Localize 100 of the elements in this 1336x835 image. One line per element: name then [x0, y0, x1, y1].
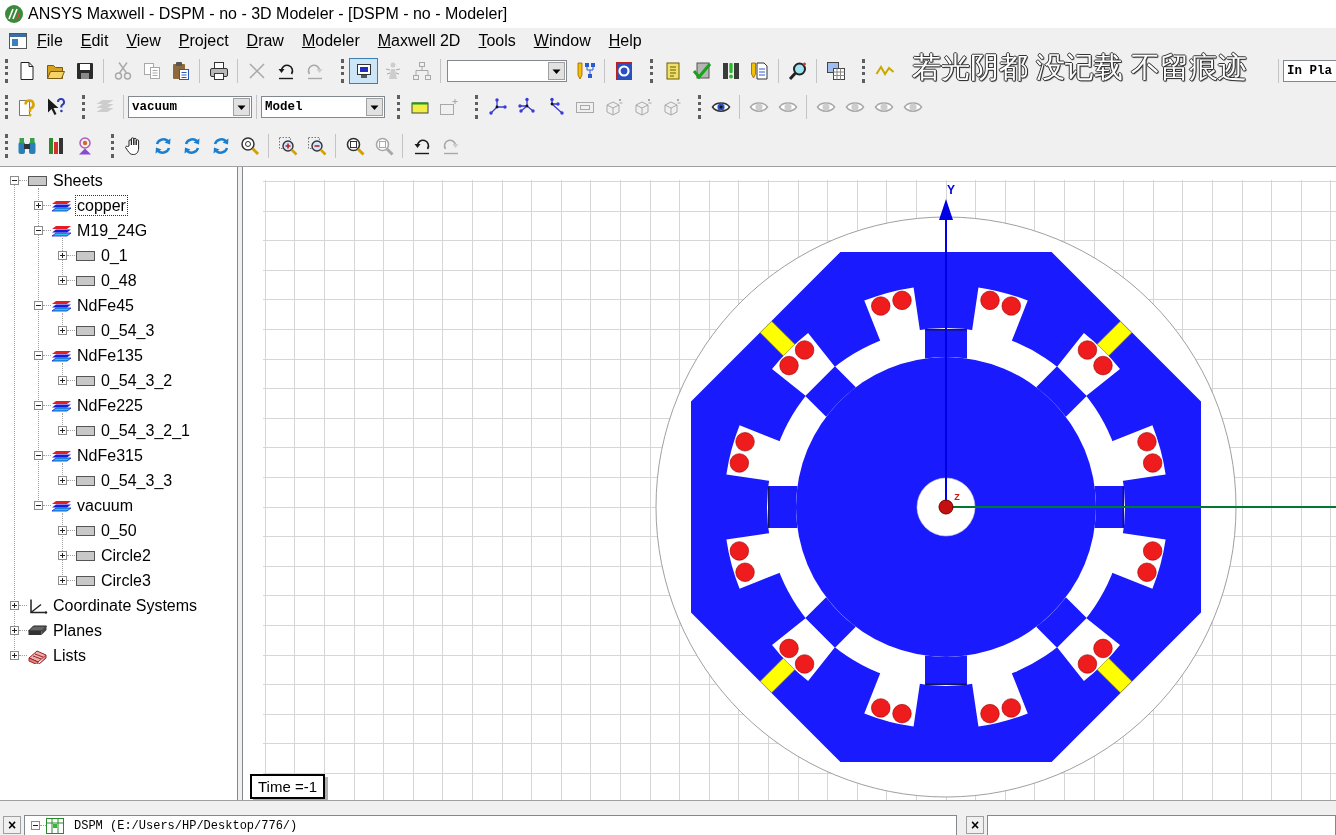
expand-icon[interactable] — [58, 526, 67, 535]
tree-item[interactable]: Circle2 — [99, 545, 153, 566]
tree-item[interactable]: 0_48 — [99, 270, 139, 291]
collapse-icon[interactable] — [34, 301, 43, 310]
toolbar-grip[interactable] — [862, 59, 865, 83]
expand-icon[interactable] — [34, 201, 43, 210]
app-logo-icon — [4, 4, 24, 24]
document-pencil-icon — [749, 61, 770, 81]
zoom-in-icon — [277, 135, 298, 156]
conductor-dot — [779, 355, 799, 376]
menu-item[interactable]: Window — [524, 30, 600, 52]
diagram-pencil-icon — [575, 61, 596, 81]
window-grid-icon — [825, 61, 846, 81]
expand-icon[interactable] — [10, 626, 19, 635]
tree-item[interactable]: NdFe45 — [75, 295, 136, 316]
collapse-icon[interactable] — [34, 351, 43, 360]
toolbar-grip[interactable] — [698, 95, 701, 119]
expand-icon[interactable] — [58, 376, 67, 385]
tree-item[interactable]: 0_1 — [99, 245, 130, 266]
tree-item[interactable]: DSPM (E:/Users/HP/Desktop/776/) — [74, 817, 298, 834]
conductor-dot — [729, 541, 749, 561]
conductor-dot — [980, 290, 1000, 310]
collapse-icon[interactable] — [34, 451, 43, 460]
expand-icon[interactable] — [58, 551, 67, 560]
tree-item[interactable]: Planes — [51, 620, 104, 641]
collapse-icon[interactable] — [34, 401, 43, 410]
tree-item[interactable]: Lists — [51, 645, 88, 666]
conductor-dot — [729, 453, 749, 473]
toolbar-grip[interactable] — [4, 133, 8, 158]
checkmark-icon — [691, 61, 712, 81]
conductor-dot — [1143, 541, 1163, 561]
close-button[interactable]: × — [3, 816, 21, 834]
exclamation-icon — [720, 61, 741, 81]
menu-item[interactable]: Tools — [469, 30, 525, 52]
expand-icon[interactable] — [10, 651, 19, 660]
menu-item[interactable]: Maxwell 2D — [368, 30, 470, 52]
collapse-icon[interactable] — [10, 176, 19, 185]
tree-item[interactable]: 0_54_3_3 — [99, 470, 175, 491]
tree-item[interactable]: Circle3 — [99, 570, 153, 591]
caret-icon — [233, 98, 250, 116]
expand-icon[interactable] — [58, 426, 67, 435]
dropdown[interactable] — [447, 60, 567, 82]
menu-item[interactable]: Modeler — [292, 30, 369, 52]
menu-item[interactable]: Edit — [71, 30, 118, 52]
tree-item[interactable]: 0_50 — [99, 520, 139, 541]
tree-item[interactable]: Sheets — [51, 170, 105, 191]
collapse-icon[interactable] — [31, 821, 40, 830]
toolbar-grip[interactable] — [650, 59, 653, 83]
cube-icon — [661, 97, 682, 117]
expand-icon[interactable] — [58, 476, 67, 485]
conductor-dot — [892, 704, 912, 724]
expand-icon[interactable] — [58, 576, 67, 585]
conductor-dot — [1093, 355, 1113, 376]
menu-item[interactable]: Draw — [237, 30, 293, 52]
conductor-dot — [1137, 432, 1157, 452]
toolbar-grip[interactable] — [82, 95, 85, 119]
menu-item[interactable]: Help — [599, 30, 651, 52]
rotor-pole — [805, 366, 856, 417]
tree-item[interactable]: 0_54_3 — [99, 320, 157, 341]
toolbar-grip[interactable] — [475, 95, 478, 119]
menu-item[interactable]: View — [117, 30, 170, 52]
expand-icon[interactable] — [58, 251, 67, 260]
rotor-pole — [768, 485, 798, 529]
scissors-icon — [112, 61, 133, 81]
toolbar-grip[interactable] — [4, 59, 8, 83]
expand-icon[interactable] — [58, 326, 67, 335]
toolbar-grip[interactable] — [4, 95, 8, 119]
close-button[interactable]: × — [966, 816, 984, 834]
conductor-dot — [1001, 698, 1021, 718]
time-label: Time =-1 — [250, 774, 326, 799]
conductor-dot — [871, 698, 891, 718]
document-window-icon[interactable] — [9, 33, 27, 49]
tree-item[interactable]: copper — [75, 195, 128, 216]
toolbar-button[interactable] — [349, 58, 378, 84]
expand-icon[interactable] — [10, 601, 19, 610]
tree-item[interactable]: vacuum — [75, 495, 136, 516]
dropdown[interactable]: vacuum — [128, 96, 252, 118]
zoom-out-icon — [306, 135, 327, 156]
toolbar-grip[interactable] — [397, 95, 400, 119]
magnifier-icon — [373, 135, 394, 156]
collapse-icon[interactable] — [34, 501, 43, 510]
tree-item[interactable]: NdFe135 — [75, 345, 145, 366]
axes-icon — [27, 597, 48, 614]
conductor-dot — [871, 296, 891, 316]
dropdown[interactable]: Model — [261, 96, 385, 118]
tree-item[interactable]: NdFe315 — [75, 445, 145, 466]
menu-item[interactable]: Project — [169, 30, 238, 52]
toolbar-grip[interactable] — [341, 59, 344, 83]
tree-item[interactable]: M19_24G — [75, 220, 150, 241]
tree-item[interactable]: Coordinate Systems — [51, 595, 200, 616]
dropdown[interactable]: In Pla — [1283, 60, 1336, 82]
tree-item[interactable]: NdFe225 — [75, 395, 145, 416]
tree-item[interactable]: 0_54_3_2_1 — [99, 420, 192, 441]
menu-item[interactable]: File — [28, 30, 72, 52]
toolbar-grip[interactable] — [111, 133, 114, 158]
collapse-icon[interactable] — [34, 226, 43, 235]
expand-icon[interactable] — [58, 276, 67, 285]
tree-item[interactable]: 0_54_3_2 — [99, 370, 175, 391]
caret-icon — [548, 62, 565, 80]
rotate-icon — [181, 135, 202, 156]
